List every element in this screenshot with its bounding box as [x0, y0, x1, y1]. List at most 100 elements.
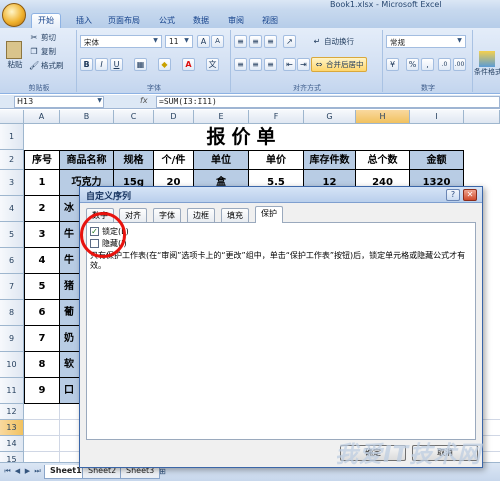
row-header-selected[interactable]: 13: [0, 420, 24, 436]
shrink-font-icon[interactable]: A: [211, 35, 224, 48]
first-sheet-icon[interactable]: ⏮: [3, 467, 12, 477]
row-header[interactable]: 10: [0, 352, 24, 378]
dialog-title-bar[interactable]: 自定义序列 ? ✕: [80, 187, 482, 203]
row-header[interactable]: 4: [0, 196, 24, 222]
percent-icon[interactable]: %: [406, 58, 419, 71]
grow-font-icon[interactable]: A: [197, 35, 210, 48]
prev-sheet-icon[interactable]: ◀: [13, 467, 22, 477]
tab-fill[interactable]: 填充: [221, 208, 249, 222]
currency-icon[interactable]: ¥: [386, 58, 399, 71]
tab-review[interactable]: 审阅: [222, 14, 250, 28]
align-middle-icon[interactable]: ≡: [249, 35, 262, 48]
fx-icon[interactable]: fx: [140, 96, 148, 105]
font-size-combo[interactable]: 11 ▼: [165, 35, 193, 48]
table-cell[interactable]: 2: [24, 196, 60, 222]
table-header-cell[interactable]: 金额: [410, 150, 464, 170]
tab-border[interactable]: 边框: [187, 208, 215, 222]
table-cell[interactable]: 3: [24, 222, 60, 248]
column-header[interactable]: I: [410, 110, 464, 124]
table-header-cell[interactable]: 库存件数: [304, 150, 356, 170]
tab-view[interactable]: 视图: [256, 14, 284, 28]
row-header[interactable]: 7: [0, 274, 24, 300]
row-header[interactable]: 11: [0, 378, 24, 404]
comma-icon[interactable]: ,: [421, 58, 434, 71]
orientation-icon[interactable]: ↗: [283, 35, 296, 48]
copy-button[interactable]: ❐ 复制: [28, 45, 57, 58]
chevron-down-icon[interactable]: ▼: [182, 37, 191, 46]
number-format-combo[interactable]: 常规 ▼: [386, 35, 466, 48]
font-family-combo[interactable]: 宋体 ▼: [80, 35, 162, 48]
name-box[interactable]: H13 ▼: [14, 96, 104, 108]
table-header-cell[interactable]: 单价: [249, 150, 304, 170]
tab-formulas[interactable]: 公式: [153, 14, 181, 28]
chevron-down-icon[interactable]: ▼: [97, 97, 102, 104]
column-header[interactable]: [464, 110, 500, 124]
table-cell[interactable]: 1: [24, 170, 60, 196]
table-header-cell[interactable]: 规格: [114, 150, 154, 170]
conditional-format-button[interactable]: 条件格式: [474, 32, 500, 78]
phonetic-icon[interactable]: 文: [206, 58, 219, 71]
last-sheet-icon[interactable]: ⏭: [33, 467, 42, 477]
tab-protection[interactable]: 保护: [255, 206, 283, 223]
paste-button[interactable]: 粘贴: [4, 32, 26, 78]
row-header[interactable]: 6: [0, 248, 24, 274]
row-header[interactable]: 9: [0, 326, 24, 352]
wrap-text-button[interactable]: ↵ 自动换行: [311, 35, 355, 48]
next-sheet-icon[interactable]: ▶: [23, 467, 32, 477]
cut-button[interactable]: ✂ 剪切: [28, 31, 57, 44]
fill-color-icon[interactable]: ◆: [158, 58, 171, 71]
formula-input[interactable]: =SUM(I3:I11): [156, 96, 500, 108]
table-header-cell[interactable]: 商品名称: [60, 150, 114, 170]
insert-sheet-icon[interactable]: ⊞: [158, 467, 167, 477]
align-right-icon[interactable]: ≡: [264, 58, 277, 71]
table-cell[interactable]: 6: [24, 300, 60, 326]
table-cell[interactable]: 7: [24, 326, 60, 352]
table-cell[interactable]: 8: [24, 352, 60, 378]
format-painter-button[interactable]: 🖌 格式刷: [28, 59, 65, 72]
table-header-cell[interactable]: 个/件: [154, 150, 194, 170]
row-header[interactable]: 8: [0, 300, 24, 326]
tab-font[interactable]: 字体: [153, 208, 181, 222]
border-icon[interactable]: ▦: [134, 58, 147, 71]
table-cell[interactable]: 4: [24, 248, 60, 274]
align-bottom-icon[interactable]: ≡: [264, 35, 277, 48]
align-left-icon[interactable]: ≡: [234, 58, 247, 71]
decrease-indent-icon[interactable]: ⇤: [283, 58, 296, 71]
row-header[interactable]: 2: [0, 150, 24, 170]
column-header[interactable]: E: [194, 110, 249, 124]
format-cells-dialog[interactable]: 自定义序列 ? ✕ 数字 对齐 字体 边框 填充 保护 ✓ 锁定(L) 隐藏(I…: [79, 186, 483, 468]
sheet-title-cell[interactable]: 报价单: [24, 124, 464, 150]
column-header[interactable]: A: [24, 110, 60, 124]
tab-alignment[interactable]: 对齐: [119, 208, 147, 222]
font-color-icon[interactable]: A: [182, 58, 195, 71]
tab-page-layout[interactable]: 页面布局: [102, 14, 146, 28]
tab-data[interactable]: 数据: [187, 14, 215, 28]
chevron-down-icon[interactable]: ▼: [151, 37, 160, 46]
table-cell[interactable]: 5: [24, 274, 60, 300]
tab-home[interactable]: 开始: [31, 13, 61, 28]
column-header[interactable]: B: [60, 110, 114, 124]
increase-indent-icon[interactable]: ⇥: [297, 58, 310, 71]
table-header-cell[interactable]: 总个数: [356, 150, 410, 170]
chevron-down-icon[interactable]: ▼: [455, 37, 464, 46]
tab-insert[interactable]: 插入: [70, 14, 98, 28]
column-header[interactable]: F: [249, 110, 304, 124]
column-header[interactable]: C: [114, 110, 154, 124]
merge-center-button[interactable]: ⇔ 合并后居中: [311, 57, 367, 72]
table-cell[interactable]: 9: [24, 378, 60, 404]
increase-decimal-icon[interactable]: .0: [438, 58, 451, 71]
row-header[interactable]: 14: [0, 436, 24, 452]
table-header-cell[interactable]: 序号: [24, 150, 60, 170]
bold-icon[interactable]: B: [80, 58, 93, 71]
row-header[interactable]: 15: [0, 452, 24, 462]
align-top-icon[interactable]: ≡: [234, 35, 247, 48]
select-all-corner[interactable]: [0, 110, 24, 124]
decrease-decimal-icon[interactable]: .00: [453, 58, 466, 71]
row-header[interactable]: 5: [0, 222, 24, 248]
column-header[interactable]: D: [154, 110, 194, 124]
table-header-cell[interactable]: 单位: [194, 150, 249, 170]
italic-icon[interactable]: I: [95, 58, 108, 71]
column-header-selected[interactable]: H: [356, 110, 410, 124]
office-button[interactable]: [2, 3, 26, 27]
close-icon[interactable]: ✕: [463, 189, 477, 201]
